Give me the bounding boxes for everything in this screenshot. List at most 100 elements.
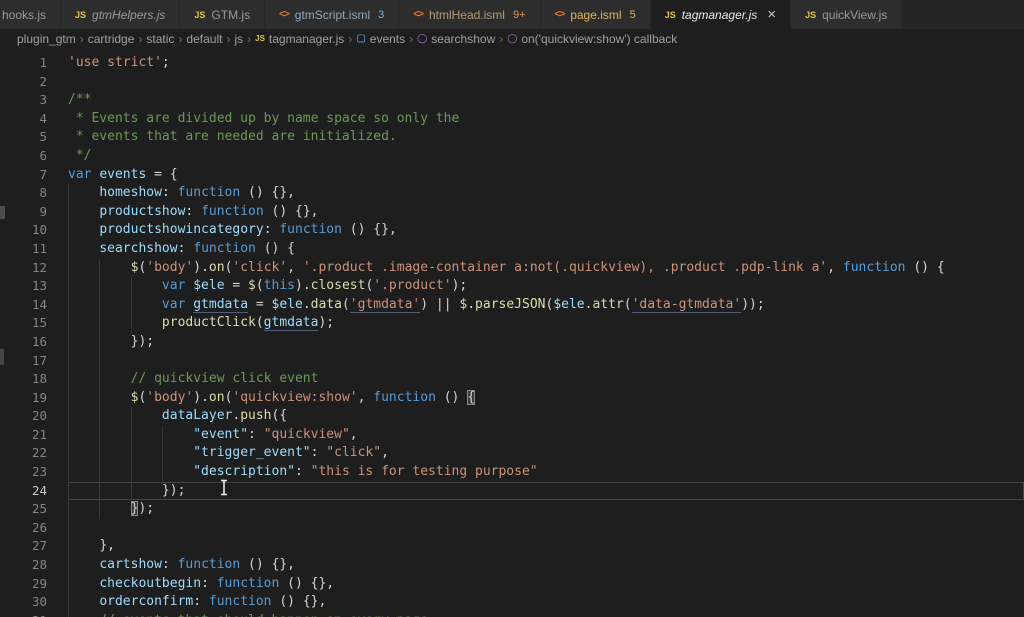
code-line-21[interactable]: 21 "event": "quickview",	[0, 426, 1024, 445]
line-number[interactable]: 29	[0, 575, 47, 594]
code-line-content[interactable]: * events that are needed are initialized…	[68, 128, 1024, 147]
code-line-content[interactable]: 'use strict';	[68, 54, 1024, 73]
code-line-22[interactable]: 22 "trigger_event": "click",	[0, 444, 1024, 463]
line-number[interactable]: 2	[0, 73, 47, 92]
code-line-content[interactable]: productshowincategory: function () {},	[68, 221, 1024, 240]
line-number[interactable]: 16	[0, 333, 47, 352]
line-number[interactable]: 9	[0, 203, 47, 222]
line-number[interactable]: 5	[0, 128, 47, 147]
code-line-content[interactable]: // events that should happen on every pa…	[68, 612, 1024, 617]
tab-page.isml[interactable]: <>page.isml5	[541, 0, 651, 29]
code-line-content[interactable]: });	[68, 500, 1024, 519]
line-number[interactable]: 23	[0, 463, 47, 482]
code-line-8[interactable]: 8 homeshow: function () {},	[0, 184, 1024, 203]
code-line-10[interactable]: 10 productshowincategory: function () {}…	[0, 221, 1024, 240]
line-number[interactable]: 31	[0, 612, 47, 617]
line-number[interactable]: 12	[0, 259, 47, 278]
breadcrumb-item-cartridge[interactable]: cartridge	[88, 32, 135, 46]
code-line-17[interactable]: 17	[0, 352, 1024, 371]
code-line-12[interactable]: 12 $('body').on('click', '.product .imag…	[0, 259, 1024, 278]
tab-tagmanager.js[interactable]: JStagmanager.js×	[651, 0, 791, 29]
code-line-23[interactable]: 23 "description": "this is for testing p…	[0, 463, 1024, 482]
line-number[interactable]: 7	[0, 166, 47, 185]
code-line-content[interactable]: * Events are divided up by name space so…	[68, 110, 1024, 129]
code-line-2[interactable]: 2	[0, 73, 1024, 92]
breadcrumb-item-plugin-gtm[interactable]: plugin_gtm	[17, 32, 76, 46]
breadcrumb-item-events[interactable]: ▢events	[356, 32, 405, 46]
code-line-4[interactable]: 4 * Events are divided up by name space …	[0, 110, 1024, 129]
line-number[interactable]: 27	[0, 537, 47, 556]
code-line-11[interactable]: 11 searchshow: function () {	[0, 240, 1024, 259]
line-number[interactable]: 28	[0, 556, 47, 575]
code-line-content[interactable]: */	[68, 147, 1024, 166]
code-line-content[interactable]: // quickview click event	[68, 370, 1024, 389]
code-line-content[interactable]: "event": "quickview",	[68, 426, 1024, 445]
tab-htmlHead.isml[interactable]: <>htmlHead.isml9+	[399, 0, 540, 29]
code-line-7[interactable]: 7 var events = {	[0, 166, 1024, 185]
code-line-content[interactable]: productshow: function () {},	[68, 203, 1024, 222]
code-line-content[interactable]: productClick(gtmdata);	[68, 314, 1024, 333]
line-number[interactable]: 10	[0, 221, 47, 240]
code-line-content[interactable]	[68, 352, 1024, 371]
code-line-content[interactable]: "trigger_event": "click",	[68, 444, 1024, 463]
code-line-content[interactable]: checkoutbegin: function () {},	[68, 575, 1024, 594]
code-line-15[interactable]: 15 productClick(gtmdata);	[0, 314, 1024, 333]
code-line-content[interactable]: homeshow: function () {},	[68, 184, 1024, 203]
code-line-content[interactable]: },	[68, 537, 1024, 556]
tab-gtmScript.isml[interactable]: <>gtmScript.isml3	[265, 0, 399, 29]
line-number[interactable]: 17	[0, 352, 47, 371]
line-number[interactable]: 21	[0, 426, 47, 445]
code-line-content[interactable]: searchshow: function () {	[68, 240, 1024, 259]
tab-quickView.js[interactable]: JSquickView.js	[791, 0, 902, 29]
code-line-27[interactable]: 27 },	[0, 537, 1024, 556]
line-number[interactable]: 20	[0, 407, 47, 426]
code-line-content[interactable]	[68, 519, 1024, 538]
code-line-30[interactable]: 30 orderconfirm: function () {},	[0, 593, 1024, 612]
line-number[interactable]: 24	[0, 482, 47, 501]
code-line-content[interactable]: orderconfirm: function () {},	[68, 593, 1024, 612]
code-line-content[interactable]: var events = {	[68, 166, 1024, 185]
breadcrumb-item-static[interactable]: static	[146, 32, 174, 46]
breadcrumb-item-js[interactable]: js	[234, 32, 243, 46]
code-line-13[interactable]: 13 var $ele = $(this).closest('.product'…	[0, 277, 1024, 296]
code-line-content[interactable]	[68, 73, 1024, 92]
breadcrumb-item-searchshow[interactable]: ◯searchshow	[417, 32, 495, 46]
code-line-5[interactable]: 5 * events that are needed are initializ…	[0, 128, 1024, 147]
line-number[interactable]: 14	[0, 296, 47, 315]
code-line-content[interactable]: /**	[68, 91, 1024, 110]
code-line-6[interactable]: 6 */	[0, 147, 1024, 166]
code-line-content[interactable]: var gtmdata = $ele.data('gtmdata') || $.…	[68, 296, 1024, 315]
line-number[interactable]: 4	[0, 110, 47, 129]
line-number[interactable]: 19	[0, 389, 47, 408]
code-line-3[interactable]: 3/**	[0, 91, 1024, 110]
code-line-18[interactable]: 18 // quickview click event	[0, 370, 1024, 389]
code-line-20[interactable]: 20 dataLayer.push({	[0, 407, 1024, 426]
code-line-26[interactable]: 26	[0, 519, 1024, 538]
close-icon[interactable]: ×	[767, 7, 776, 22]
code-line-content[interactable]: });	[68, 333, 1024, 352]
breadcrumb-item-tagmanager-js[interactable]: JStagmanager.js	[255, 32, 344, 46]
code-editor[interactable]: 1'use strict';23/**4 * Events are divide…	[0, 48, 1024, 617]
tab-gtmHelpers.js[interactable]: JSgtmHelpers.js	[61, 0, 180, 29]
tab-hooks.js[interactable]: JShooks.js	[0, 0, 61, 29]
line-number[interactable]: 26	[0, 519, 47, 538]
code-line-content[interactable]: $('body').on('quickview:show', function …	[68, 389, 1024, 408]
line-number[interactable]: 30	[0, 593, 47, 612]
line-number[interactable]: 22	[0, 444, 47, 463]
code-line-1[interactable]: 1 'use strict';	[0, 54, 1024, 73]
code-line-content[interactable]: var $ele = $(this).closest('.product');	[68, 277, 1024, 296]
line-number[interactable]: 6	[0, 147, 47, 166]
code-line-content[interactable]: "description": "this is for testing purp…	[68, 463, 1024, 482]
tab-GTM.js[interactable]: JSGTM.js	[180, 0, 265, 29]
code-line-19[interactable]: 19 $('body').on('quickview:show', functi…	[0, 389, 1024, 408]
code-line-29[interactable]: 29 checkoutbegin: function () {},	[0, 575, 1024, 594]
code-line-9[interactable]: 9 productshow: function () {},	[0, 203, 1024, 222]
line-number[interactable]: 1	[0, 54, 47, 73]
code-line-content[interactable]: });	[68, 482, 1024, 501]
code-line-25[interactable]: 25 });	[0, 500, 1024, 519]
code-line-content[interactable]: cartshow: function () {},	[68, 556, 1024, 575]
code-line-content[interactable]: $('body').on('click', '.product .image-c…	[68, 259, 1024, 278]
breadcrumb-item-on-quickview-show-callback[interactable]: ◯on('quickview:show') callback	[507, 32, 677, 46]
code-line-31[interactable]: 31 // events that should happen on every…	[0, 612, 1024, 617]
line-number[interactable]: 11	[0, 240, 47, 259]
